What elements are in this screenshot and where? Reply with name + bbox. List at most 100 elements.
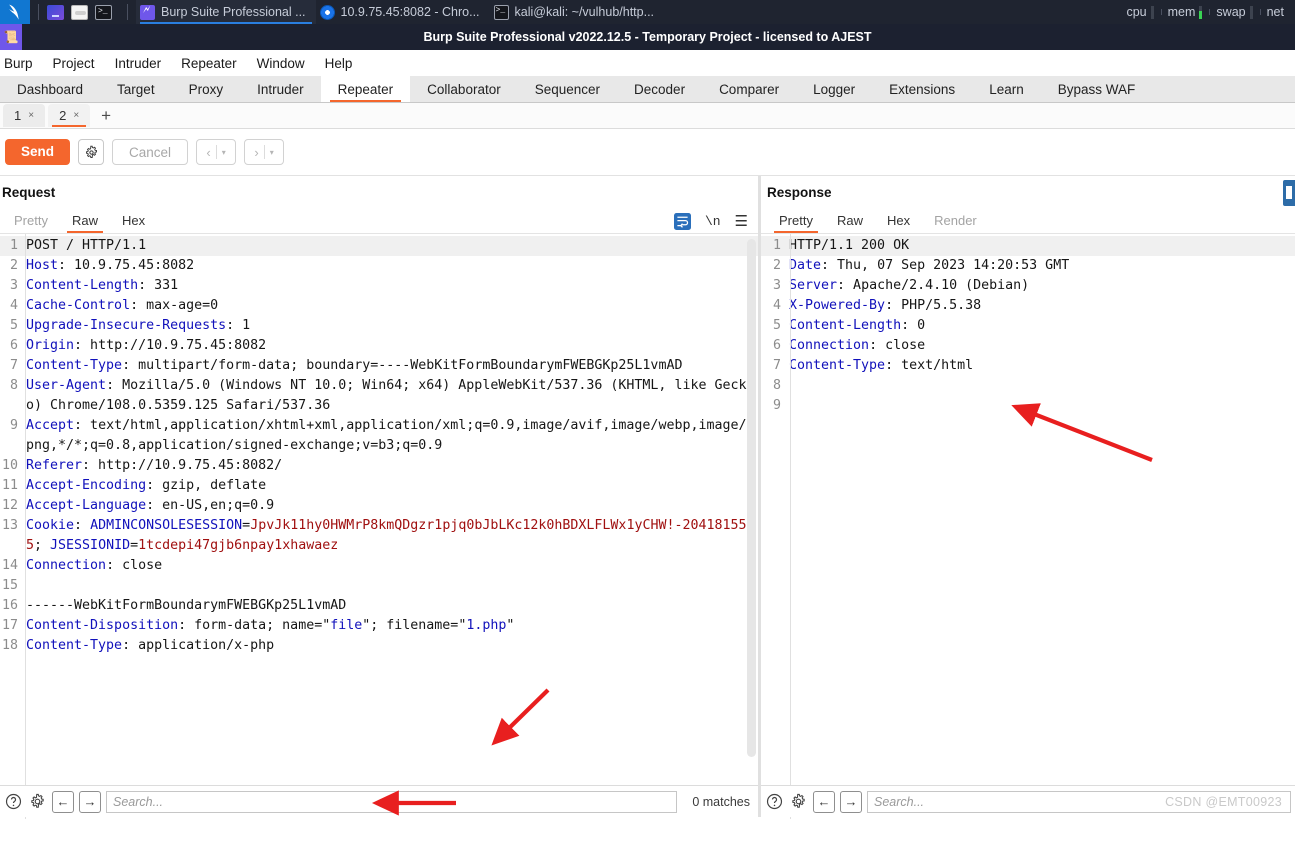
response-editor[interactable]: 1 HTTP/1.1 200 OK 2 Date: Thu, 07 Sep 2023 … <box>761 234 1295 819</box>
menu-intruder[interactable]: Intruder <box>105 54 172 73</box>
line-content[interactable]: Host: 10.9.75.45:8082 <box>22 256 760 276</box>
gear-icon[interactable] <box>28 792 47 811</box>
help-icon[interactable] <box>765 792 784 811</box>
menu-window[interactable]: Window <box>247 54 315 73</box>
previous-request-button[interactable]: ‹ ▾ <box>196 139 237 165</box>
line-content[interactable]: X-Powered-By: PHP/5.5.38 <box>785 296 1295 316</box>
search-next-button[interactable]: → <box>79 790 101 813</box>
line-content[interactable]: ------WebKitFormBoundarymFWEBGKp25L1vmAD <box>22 596 760 616</box>
window-icon[interactable] <box>71 4 88 20</box>
search-previous-button[interactable]: ← <box>52 790 74 813</box>
line-content[interactable] <box>22 576 760 596</box>
header-name: Content-Type <box>26 358 123 373</box>
tab-extensions[interactable]: Extensions <box>872 76 972 102</box>
repeater-tab-2[interactable]: 2 × <box>48 104 91 127</box>
close-icon[interactable]: × <box>28 110 34 121</box>
tab-proxy[interactable]: Proxy <box>172 76 241 102</box>
taskbar-window-chrome[interactable]: 10.9.75.45:8082 - Chro... <box>316 0 490 24</box>
response-tab-pretty[interactable]: Pretty <box>767 210 825 233</box>
line-content[interactable]: Accept: text/html,application/xhtml+xml,… <box>22 416 760 456</box>
line-content[interactable]: Cache-Control: max-age=0 <box>22 296 760 316</box>
line-content[interactable]: Connection: close <box>22 556 760 576</box>
line-content[interactable]: Content-Type: multipart/form-data; bound… <box>22 356 760 376</box>
header-value: JSESSIONID <box>50 538 131 553</box>
line-content[interactable]: Referer: http://10.9.75.45:8082/ <box>22 456 760 476</box>
inspector-toggle-icon[interactable] <box>1283 180 1295 206</box>
line-content[interactable]: Server: Apache/2.4.10 (Debian) <box>785 276 1295 296</box>
search-previous-button[interactable]: ← <box>813 790 835 813</box>
line-content[interactable]: Content-Length: 331 <box>22 276 760 296</box>
menu-burp[interactable]: Burp <box>0 54 43 73</box>
tab-sequencer[interactable]: Sequencer <box>518 76 617 102</box>
tab-target[interactable]: Target <box>100 76 172 102</box>
menu-repeater[interactable]: Repeater <box>171 54 247 73</box>
tab-comparer[interactable]: Comparer <box>702 76 796 102</box>
request-tab-hex[interactable]: Hex <box>110 210 157 233</box>
terminal-icon[interactable] <box>95 4 112 20</box>
line-content[interactable] <box>785 376 1295 396</box>
request-search-bar: ← → Search... 0 matches <box>0 785 760 817</box>
newline-icon[interactable]: \n <box>705 214 721 229</box>
line-content[interactable]: Upgrade-Insecure-Requests: 1 <box>22 316 760 336</box>
help-icon[interactable] <box>4 792 23 811</box>
request-response-split: Request Pretty Raw Hex \n ☰ 1 POST / HTT… <box>0 176 1295 819</box>
next-request-button[interactable]: › ▾ <box>244 139 285 165</box>
editor-line: 2 Date: Thu, 07 Sep 2023 14:20:53 GMT <box>761 256 1295 276</box>
word-wrap-icon[interactable] <box>673 212 691 230</box>
text-token: : multipart/form-data; boundary=----WebK… <box>122 358 683 373</box>
line-content[interactable]: POST / HTTP/1.1 <box>22 236 760 256</box>
cancel-button[interactable]: Cancel <box>112 139 189 165</box>
menu-help[interactable]: Help <box>315 54 363 73</box>
kali-menu-icon[interactable] <box>0 0 30 24</box>
tab-intruder[interactable]: Intruder <box>240 76 321 102</box>
request-tab-pretty[interactable]: Pretty <box>2 210 60 233</box>
files-icon[interactable] <box>47 4 64 20</box>
line-content[interactable]: Content-Type: application/x-php <box>22 636 760 656</box>
close-icon[interactable]: × <box>73 110 79 121</box>
monitor-label: swap <box>1216 5 1246 19</box>
tab-collaborator[interactable]: Collaborator <box>410 76 518 102</box>
tab-decoder[interactable]: Decoder <box>617 76 702 102</box>
response-search-input[interactable]: Search... CSDN @EMT00923 <box>867 790 1291 813</box>
monitor-bar <box>1199 5 1203 19</box>
send-button[interactable]: Send <box>5 139 71 165</box>
taskbar-window-burp[interactable]: Burp Suite Professional ... <box>136 0 316 24</box>
search-next-button[interactable]: → <box>840 790 862 813</box>
tab-bypass-waf[interactable]: Bypass WAF <box>1041 76 1153 102</box>
tab-learn[interactable]: Learn <box>972 76 1041 102</box>
monitor-label: net <box>1266 5 1284 19</box>
request-tab-raw[interactable]: Raw <box>60 210 110 233</box>
line-content[interactable] <box>785 396 1295 416</box>
menu-icon[interactable]: ☰ <box>735 212 748 230</box>
request-search-input[interactable]: Search... <box>106 790 678 813</box>
request-editor[interactable]: 1 POST / HTTP/1.1 2 Host: 10.9.75.45:8082 3 C… <box>0 234 760 819</box>
taskbar-window-terminal[interactable]: kali@kali: ~/vulhub/http... <box>490 0 665 24</box>
request-scrollbar[interactable] <box>747 239 756 757</box>
tab-logger[interactable]: Logger <box>796 76 872 102</box>
line-content[interactable]: Cookie: ADMINCONSOLESESSION=JpvJk11hy0HW… <box>22 516 760 556</box>
line-content[interactable]: Connection: close <box>785 336 1295 356</box>
line-content[interactable]: Content-Type: text/html <box>785 356 1295 376</box>
line-content[interactable]: Accept-Language: en-US,en;q=0.9 <box>22 496 760 516</box>
gear-icon[interactable] <box>78 139 105 165</box>
response-tab-raw[interactable]: Raw <box>825 210 875 233</box>
add-tab-button[interactable]: + <box>93 107 119 124</box>
response-tab-render[interactable]: Render <box>922 210 989 233</box>
text-token: : max-age=0 <box>130 298 219 313</box>
line-content[interactable]: Accept-Encoding: gzip, deflate <box>22 476 760 496</box>
line-content[interactable]: Content-Disposition: form-data; name="fi… <box>22 616 760 636</box>
line-content[interactable]: User-Agent: Mozilla/5.0 (Windows NT 10.0… <box>22 376 760 416</box>
tab-repeater[interactable]: Repeater <box>320 76 411 102</box>
editor-line: 5 Upgrade-Insecure-Requests: 1 <box>0 316 760 336</box>
tab-dashboard[interactable]: Dashboard <box>0 76 100 102</box>
editor-line: 3 Server: Apache/2.4.10 (Debian) <box>761 276 1295 296</box>
gear-icon[interactable] <box>789 792 808 811</box>
line-content[interactable]: Date: Thu, 07 Sep 2023 14:20:53 GMT <box>785 256 1295 276</box>
header-name: Date <box>789 258 822 273</box>
line-content[interactable]: Content-Length: 0 <box>785 316 1295 336</box>
menu-project[interactable]: Project <box>43 54 105 73</box>
repeater-tab-1[interactable]: 1 × <box>3 104 46 127</box>
line-content[interactable]: HTTP/1.1 200 OK <box>785 236 1295 256</box>
line-content[interactable]: Origin: http://10.9.75.45:8082 <box>22 336 760 356</box>
response-tab-hex[interactable]: Hex <box>875 210 922 233</box>
